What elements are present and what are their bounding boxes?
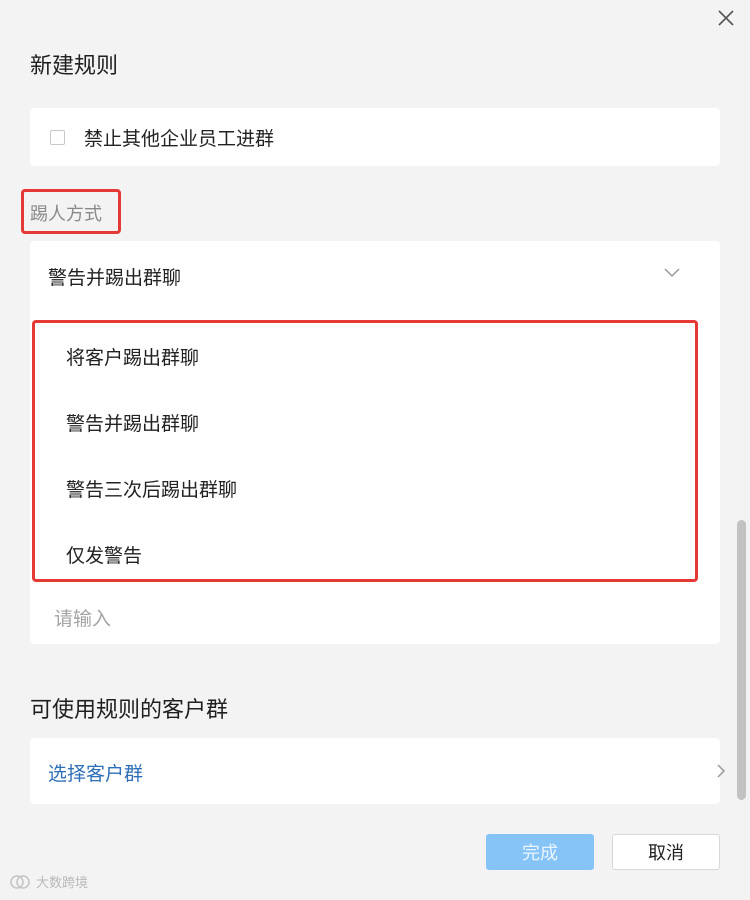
customer-groups-title: 可使用规则的客户群 [30, 698, 229, 723]
watermark: 大数跨境 [8, 872, 88, 891]
watermark-text: 大数跨境 [36, 876, 89, 891]
option-warn-only[interactable]: 仅发警告 [36, 521, 696, 587]
selected-kick-method[interactable]: 警告并踢出群聊 [48, 263, 181, 290]
cancel-button[interactable]: 取消 [612, 834, 720, 870]
block-employees-label[interactable]: 禁止其他企业员工进群 [84, 124, 274, 151]
close-button[interactable] [712, 4, 740, 32]
rule-card: 禁止其他企业员工进群 [30, 108, 720, 166]
kick-method-label: 踢人方式 [30, 204, 102, 225]
page-title: 新建规则 [30, 54, 119, 79]
option-warn-three-times-kick[interactable]: 警告三次后踢出群聊 [36, 455, 696, 521]
option-warn-and-kick[interactable]: 警告并踢出群聊 [36, 389, 696, 455]
select-customer-group-link[interactable]: 选择客户群 [48, 759, 143, 786]
close-icon [718, 10, 734, 26]
option-kick-customer[interactable]: 将客户踢出群聊 [36, 323, 696, 389]
select-customer-group-row[interactable]: 选择客户群 [30, 738, 726, 804]
done-button[interactable]: 完成 [486, 834, 594, 870]
chevron-down-icon[interactable] [661, 261, 683, 283]
chevron-right-icon [717, 764, 726, 778]
scrollbar-thumb[interactable] [737, 520, 746, 800]
warning-text-input[interactable]: 请输入 [54, 604, 111, 631]
watermark-logo-icon [10, 874, 30, 889]
block-employees-checkbox[interactable] [50, 130, 65, 145]
kick-method-options: 将客户踢出群聊 警告并踢出群聊 警告三次后踢出群聊 仅发警告 [36, 323, 696, 587]
